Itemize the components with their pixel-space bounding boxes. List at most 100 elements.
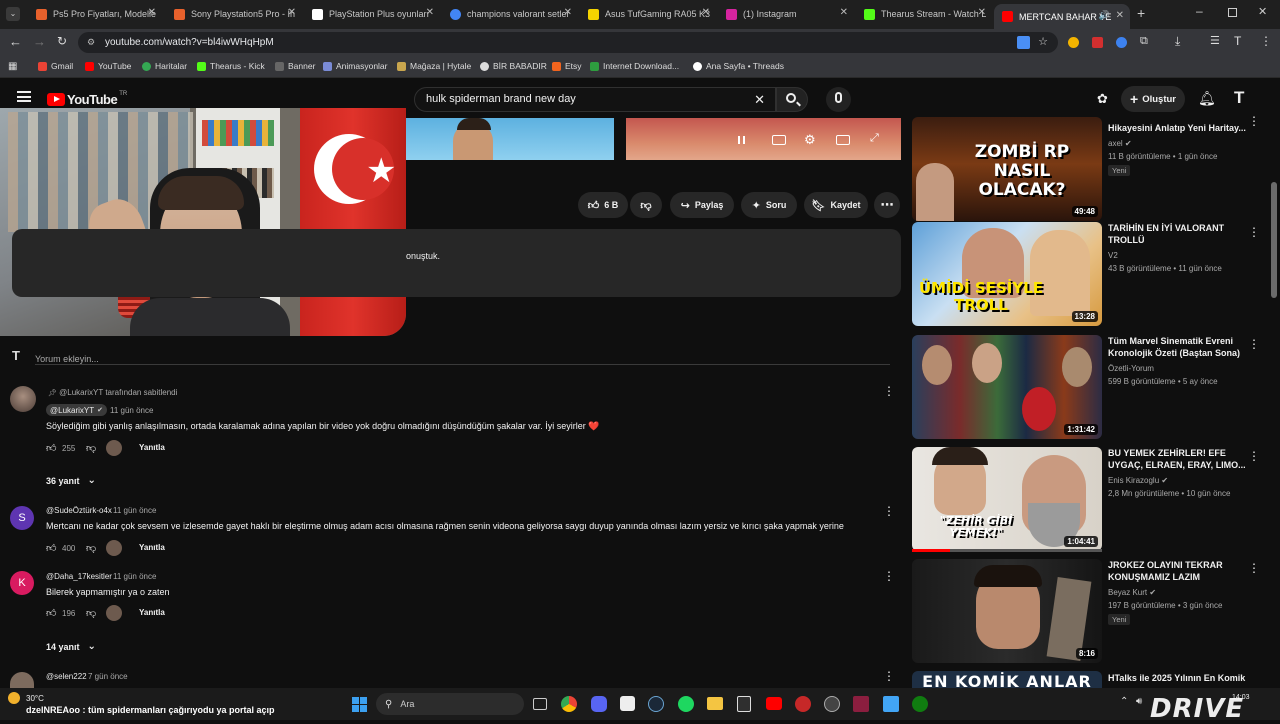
speaker-icon[interactable]: 🔊 [1099, 10, 1110, 21]
end-screen-thumbnail[interactable] [405, 118, 614, 160]
close-icon[interactable]: ✕ [426, 7, 434, 18]
close-icon[interactable]: ✕ [978, 7, 986, 18]
browser-tab[interactable]: Ps5 Pro Fiyatları, Modelle ✕ [28, 3, 162, 25]
more-actions-button[interactable]: ⋯ [874, 192, 900, 218]
recommended-title[interactable]: Hikayesini Anlatıp Yeni Haritay... [1108, 122, 1248, 134]
close-icon[interactable]: ✕ [702, 7, 710, 18]
reply-button[interactable]: Yanıtla [139, 543, 165, 552]
task-view-icon[interactable] [533, 698, 547, 710]
close-icon[interactable]: ✕ [564, 7, 572, 18]
bookmark-hytale[interactable]: Mağaza | Hytale [397, 61, 471, 71]
bookmark-idm[interactable]: Internet Download... [590, 61, 679, 71]
page-scrollbar[interactable] [1271, 182, 1277, 298]
video-player[interactable]: ⚙ ⤢ [626, 118, 901, 160]
recommended-more-icon[interactable]: ⋮ [1248, 338, 1260, 350]
recommended-channel[interactable]: Beyaz Kurt ✔ [1108, 588, 1156, 597]
comment-author-chip[interactable]: @LukarixYT ✔ [46, 404, 108, 416]
search-input[interactable]: hulk spiderman brand new day ✕ [414, 87, 776, 112]
comment-like-icon[interactable]: 👍︎ [46, 607, 56, 619]
comment-more-icon[interactable]: ⋮ [883, 385, 895, 397]
browser-tab[interactable]: champions valorant setler ✕ [442, 3, 578, 25]
comment-author[interactable]: @Daha_17kesitler [46, 572, 112, 581]
app-icon[interactable] [824, 696, 840, 712]
app-icon[interactable] [883, 696, 899, 712]
back-icon[interactable]: ← [9, 34, 22, 49]
extensions-puzzle-icon[interactable]: ⧉ [1140, 35, 1148, 48]
volume-icon[interactable]: 🔊︎ [1136, 696, 1142, 707]
app-icon[interactable] [795, 696, 811, 712]
extension-icon[interactable] [1116, 37, 1127, 48]
chrome-icon[interactable] [561, 696, 577, 712]
xbox-icon[interactable] [912, 696, 928, 712]
youtube-app-icon[interactable] [766, 697, 782, 710]
restore-icon[interactable] [1228, 8, 1237, 17]
reply-button[interactable]: Yanıtla [139, 608, 165, 617]
download-icon[interactable]: ⤓ [1175, 34, 1180, 49]
save-button[interactable]: 🔖︎ Kaydet [804, 192, 868, 218]
site-info-icon[interactable]: ⚙ [87, 32, 95, 53]
recommended-more-icon[interactable]: ⋮ [1248, 226, 1260, 238]
reload-icon[interactable]: ↻ [57, 34, 67, 48]
comment-dislike-icon[interactable]: 👎︎ [86, 542, 96, 554]
discord-icon[interactable] [591, 696, 607, 712]
recommended-channel[interactable]: Özetli-Yorum [1108, 364, 1154, 373]
file-explorer-icon[interactable] [707, 697, 723, 710]
comment-like-icon[interactable]: 👍︎ [46, 442, 56, 454]
youtube-logo[interactable]: YouTube TR [47, 91, 127, 107]
close-icon[interactable]: ✕ [148, 7, 156, 18]
minimize-icon[interactable]: – [1196, 4, 1203, 18]
comment-author[interactable]: @SudeÖztürk-o4x [46, 506, 112, 515]
view-replies-button[interactable]: 14 yanıt ⌄ [46, 641, 96, 652]
recommended-thumbnail[interactable]: EN KOMİK ANLAR [912, 671, 1102, 688]
search-button[interactable] [776, 87, 808, 112]
epic-games-icon[interactable] [737, 696, 751, 712]
subtitles-icon[interactable] [772, 135, 786, 145]
comment-dislike-icon[interactable]: 👎︎ [86, 607, 96, 619]
reply-button[interactable]: Yanıtla [139, 443, 165, 452]
bookmark-kick[interactable]: Thearus - Kick [197, 61, 265, 71]
recommended-more-icon[interactable]: ⋮ [1248, 562, 1260, 574]
comment-like-icon[interactable]: 👍︎ [46, 542, 56, 554]
address-bar[interactable]: ⚙ youtube.com/watch?v=bl4iwWHqHpM ☆ [78, 32, 1058, 53]
hamburger-menu-icon[interactable] [17, 91, 31, 102]
recommended-title[interactable]: TARİHİN EN İYİ VALORANT TROLLÜ [1108, 222, 1248, 246]
comment-avatar[interactable]: S [10, 506, 34, 530]
comment-more-icon[interactable]: ⋮ [883, 570, 895, 582]
menu-icon[interactable]: ⋮ [1260, 34, 1272, 48]
pause-icon[interactable] [738, 136, 745, 144]
add-comment-input[interactable]: Yorum ekleyin... [35, 349, 890, 365]
close-icon[interactable]: ✕ [1116, 10, 1124, 21]
recommended-title[interactable]: HTalks ile 2025 Yılının En Komik [1108, 672, 1248, 684]
comment-more-icon[interactable]: ⋮ [883, 505, 895, 517]
profile-icon[interactable]: T [1234, 34, 1241, 48]
like-button[interactable]: 👍︎ 6 B [578, 192, 628, 218]
tab-list-icon[interactable]: ⌄ [6, 7, 20, 21]
ask-button[interactable]: ✦ Soru [741, 192, 797, 218]
recommended-thumbnail[interactable]: 1:31:42 [912, 335, 1102, 439]
recommended-thumbnail[interactable]: "ZEHİR GİBİ YEMEK!" 1:04:41 [912, 447, 1102, 551]
recommended-channel[interactable]: axel ✔ [1108, 139, 1132, 148]
close-icon[interactable]: ✕ [840, 7, 848, 18]
fullscreen-icon[interactable]: ⤢ [870, 132, 879, 145]
recommended-thumbnail[interactable]: ZOMBİ RP NASIL OLACAK? 49:48 [912, 117, 1102, 221]
extension-icon[interactable] [1092, 37, 1103, 48]
bookmark-youtube[interactable]: YouTube [85, 61, 131, 71]
apps-icon[interactable]: ▦ [8, 61, 17, 72]
forward-icon[interactable]: → [33, 34, 46, 49]
close-icon[interactable]: ✕ [288, 7, 296, 18]
dislike-button[interactable]: 👎︎ [630, 192, 662, 218]
recommended-thumbnail[interactable]: 8:16 [912, 559, 1102, 663]
bookmark-maps[interactable]: Haritalar [142, 61, 187, 71]
browser-tab[interactable]: Thearus Stream - Watch L ✕ [856, 3, 992, 25]
extension-icon[interactable] [1068, 37, 1079, 48]
bookmark-animasyonlar[interactable]: Animasyonlar [323, 61, 388, 71]
share-button[interactable]: ↪ Paylaş [670, 192, 734, 218]
start-icon[interactable] [352, 697, 367, 712]
bookmark-star-icon[interactable]: ☆ [1038, 32, 1048, 53]
browser-tab[interactable]: Asus TufGaming RA05 K3 ✕ [580, 3, 716, 25]
clear-search-icon[interactable]: ✕ [754, 88, 765, 111]
voice-search-button[interactable] [826, 87, 851, 112]
comment-avatar[interactable]: K [10, 571, 34, 595]
bookmark-etsy[interactable]: Etsy [552, 61, 582, 71]
view-replies-button[interactable]: 36 yanıt ⌄ [46, 475, 96, 486]
